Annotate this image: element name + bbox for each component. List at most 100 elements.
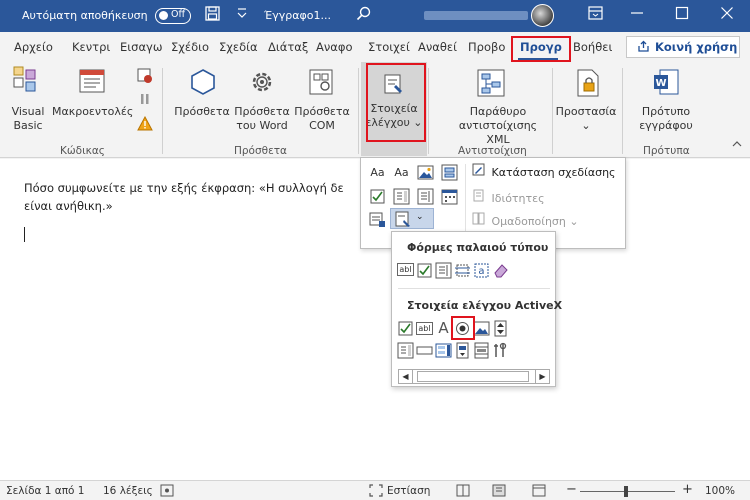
addins-hexagon-icon [191, 69, 215, 95]
zoom-out-icon[interactable]: − [566, 482, 577, 497]
combo-box-control-icon[interactable] [393, 188, 410, 205]
insert-frame-icon[interactable] [454, 262, 471, 279]
plain-text-control[interactable]: Aa [393, 164, 410, 181]
group-label-addins: Πρόσθετα [234, 145, 287, 157]
pause-recording-icon[interactable] [137, 92, 153, 106]
print-layout-icon[interactable] [492, 484, 506, 500]
macro-record-icon[interactable] [160, 484, 174, 500]
repeating-section-control-icon[interactable] [369, 211, 386, 228]
xml-mapping-icon [477, 69, 505, 97]
building-block-control-icon[interactable] [441, 164, 458, 181]
menu-scrollbar[interactable]: ◀ ▶ [398, 369, 550, 384]
com-addins-label-2: COM [309, 119, 335, 132]
activex-text-box-icon[interactable]: abl [416, 322, 433, 335]
document-text[interactable]: Πόσο συμφωνείτε με την εξής έκφραση: «Η … [24, 179, 364, 215]
protection-label-1: Προστασία [555, 105, 617, 118]
tab-mailings[interactable]: Στοιχεί [368, 40, 410, 54]
group-label-templates: Πρότυπα [643, 145, 690, 157]
tab-home[interactable]: Κεντρι [72, 40, 110, 54]
collapse-ribbon-icon[interactable] [732, 140, 742, 151]
save-icon[interactable] [205, 6, 220, 25]
scroll-thumb[interactable] [417, 371, 529, 382]
design-mode-button[interactable]: Κατάσταση σχεδίασης [472, 163, 616, 179]
tab-insert[interactable]: Εισαγω [120, 40, 162, 54]
activex-command-button-icon[interactable] [416, 342, 433, 359]
dropdown-list-control-icon[interactable] [417, 188, 434, 205]
activex-scroll-bar-icon[interactable] [473, 342, 490, 359]
web-layout-icon[interactable] [532, 484, 546, 500]
document-template-icon: W [654, 69, 679, 95]
visual-basic-button[interactable]: Visual Basic [4, 105, 52, 133]
zoom-level[interactable]: 100% [705, 485, 735, 497]
legacy-text-field-icon[interactable]: abl [397, 263, 414, 276]
activex-combo-box-icon[interactable] [397, 342, 414, 359]
title-bar: Αυτόματη αποθήκευση Off Έγγραφο1... [0, 0, 750, 32]
close-icon[interactable] [720, 6, 734, 24]
qat-customize-icon[interactable] [236, 5, 248, 25]
macro-security-icon[interactable] [137, 116, 153, 132]
properties-icon [472, 189, 488, 205]
scroll-right-icon[interactable]: ▶ [535, 370, 549, 383]
properties-button[interactable]: Ιδιότητες [472, 189, 545, 205]
tab-file[interactable]: Αρχείο [14, 40, 53, 54]
read-mode-icon[interactable] [456, 484, 470, 500]
zoom-in-icon[interactable]: + [682, 482, 693, 497]
group-button[interactable]: Ομαδοποίηση ⌄ [472, 212, 579, 228]
xml-mapping-label-1: Παράθυρο [469, 105, 527, 118]
activex-image-icon[interactable] [473, 320, 490, 337]
maximize-icon[interactable] [675, 6, 689, 24]
autosave-toggle[interactable]: Off [155, 8, 191, 24]
scroll-left-icon[interactable]: ◀ [399, 370, 413, 383]
protection-button[interactable]: Προστασία ⌄ [555, 105, 617, 133]
focus-label[interactable]: Εστίαση [387, 485, 430, 497]
legacy-check-box-icon[interactable] [416, 262, 433, 279]
addins-button[interactable]: Πρόσθετα [170, 105, 234, 119]
zoom-slider-thumb[interactable] [624, 486, 628, 497]
word-addins-button[interactable]: Πρόσθετα του Word [234, 105, 290, 133]
word-count[interactable]: 16 λέξεις [103, 485, 153, 497]
document-template-button[interactable]: Πρότυπο εγγράφου [632, 105, 700, 133]
reset-form-fields-eraser-icon[interactable] [492, 262, 509, 279]
protection-icon [577, 69, 599, 97]
check-box-control-icon[interactable] [369, 188, 386, 205]
activex-controls-header: Στοιχεία ελέγχου ActiveX [407, 299, 563, 312]
form-field-shading-icon[interactable]: a [473, 262, 490, 279]
macros-icon [79, 69, 105, 93]
tab-layout[interactable]: Διάταξ [268, 40, 308, 54]
tab-design[interactable]: Σχέδιο [171, 40, 209, 54]
legacy-forms-header: Φόρμες παλαιού τύπου [407, 241, 549, 254]
macros-button[interactable]: Μακροεντολές [52, 105, 133, 119]
share-label: Κοινή χρήση [655, 40, 738, 54]
tab-review[interactable]: Αναθεί [418, 40, 457, 54]
activex-spin-button-icon[interactable] [492, 320, 509, 337]
record-macro-icon[interactable] [137, 68, 153, 84]
activex-label-icon[interactable]: A [435, 320, 452, 337]
ribbon-display-options-icon[interactable] [588, 6, 603, 24]
legacy-dropdown-field-icon[interactable] [435, 262, 452, 279]
tab-view[interactable]: Προβο [468, 40, 505, 54]
share-button[interactable]: Κοινή χρήση [626, 36, 740, 58]
visual-basic-label-2: Basic [13, 119, 43, 132]
rich-text-control[interactable]: Aa [369, 164, 386, 181]
group-separator [428, 68, 429, 154]
word-addins-label-1: Πρόσθετα [234, 105, 290, 118]
avatar[interactable] [531, 4, 554, 27]
activex-check-box-icon[interactable] [397, 320, 414, 337]
panel-divider [465, 164, 466, 240]
date-picker-control-icon[interactable] [441, 188, 458, 205]
legacy-tools-button[interactable]: ⌄ [390, 208, 434, 229]
tab-help[interactable]: Βοήθει [573, 40, 612, 54]
activex-list-box-icon[interactable] [435, 342, 452, 359]
properties-label: Ιδιότητες [491, 192, 545, 205]
minimize-icon[interactable] [630, 6, 644, 24]
picture-control-icon[interactable] [417, 164, 434, 181]
com-addins-button[interactable]: Πρόσθετα COM [292, 105, 352, 133]
focus-icon[interactable] [369, 484, 383, 500]
activex-toggle-button-icon[interactable] [454, 342, 471, 359]
page-count[interactable]: Σελίδα 1 από 1 [6, 485, 84, 497]
activex-more-controls-tools-icon[interactable] [492, 342, 509, 359]
xml-mapping-button[interactable]: Παράθυρο αντιστοίχισης XML [448, 105, 548, 147]
tab-draw[interactable]: Σχεδία [219, 40, 258, 54]
search-icon[interactable] [356, 6, 372, 26]
tab-references[interactable]: Αναφο [316, 40, 353, 54]
